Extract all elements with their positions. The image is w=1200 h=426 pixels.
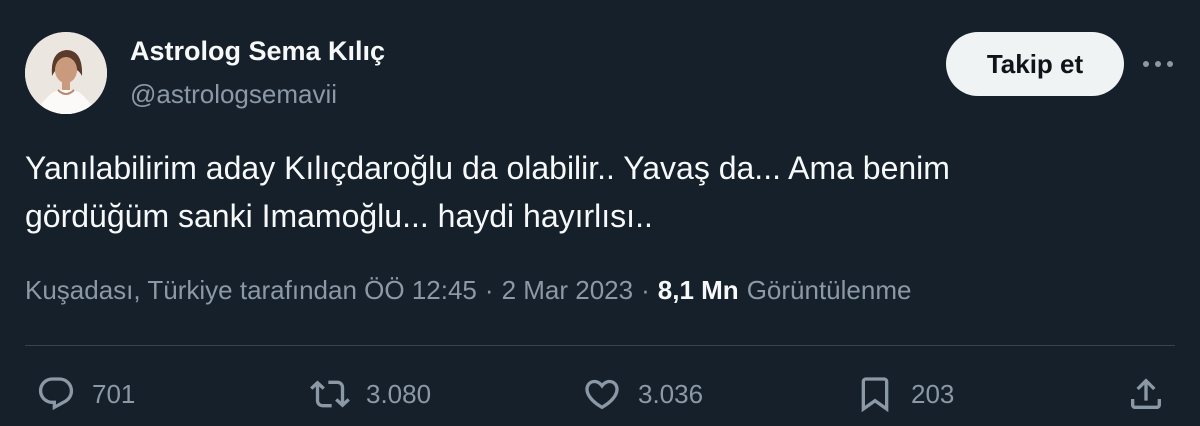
views-label: Görüntülenme bbox=[746, 275, 912, 305]
meta-separator: · bbox=[484, 275, 494, 305]
like-count: 3.036 bbox=[638, 378, 704, 409]
more-horizontal-icon bbox=[1143, 61, 1173, 67]
avatar-photo bbox=[25, 32, 107, 114]
bookmark-icon bbox=[861, 377, 889, 413]
bookmark-button[interactable]: 203 bbox=[855, 372, 954, 416]
like-button[interactable]: 3.036 bbox=[582, 372, 703, 416]
retweet-icon bbox=[310, 380, 350, 408]
heart-icon bbox=[585, 379, 619, 410]
avatar[interactable] bbox=[25, 32, 107, 114]
more-options-button[interactable] bbox=[1138, 50, 1178, 78]
share-icon bbox=[1131, 378, 1161, 409]
meta-separator: · bbox=[641, 275, 650, 305]
reply-count: 701 bbox=[92, 378, 136, 409]
views-count[interactable]: 8,1 Mn bbox=[658, 275, 739, 306]
author-handle[interactable]: @astrologsemavii bbox=[130, 79, 337, 110]
tweet-text: Yanılabilirim aday Kılıçdaroğlu da olabi… bbox=[25, 144, 1175, 240]
tweet-text-line: Yanılabilirim aday Kılıçdaroğlu da olabi… bbox=[25, 150, 950, 186]
tweet-location-time[interactable]: Kuşadası, Türkiye tarafından ÖÖ 12:45 bbox=[25, 275, 477, 306]
reply-button[interactable]: 701 bbox=[36, 372, 135, 416]
author-display-name[interactable]: Astrolog Sema Kılıç bbox=[130, 36, 385, 67]
retweet-count: 3.080 bbox=[366, 378, 432, 409]
tweet-meta: Kuşadası, Türkiye tarafından ÖÖ 12:45 · … bbox=[25, 275, 911, 306]
bookmark-count: 203 bbox=[911, 378, 955, 409]
tweet-text-line: gördüğüm sanki Imamoğlu... haydi hayırlı… bbox=[25, 198, 653, 234]
reply-icon bbox=[38, 377, 74, 411]
retweet-button[interactable]: 3.080 bbox=[310, 372, 431, 416]
share-button[interactable] bbox=[1126, 374, 1166, 414]
divider bbox=[25, 345, 1175, 346]
follow-button[interactable]: Takip et bbox=[946, 32, 1124, 96]
tweet-date[interactable]: 2 Mar 2023 bbox=[502, 275, 634, 306]
